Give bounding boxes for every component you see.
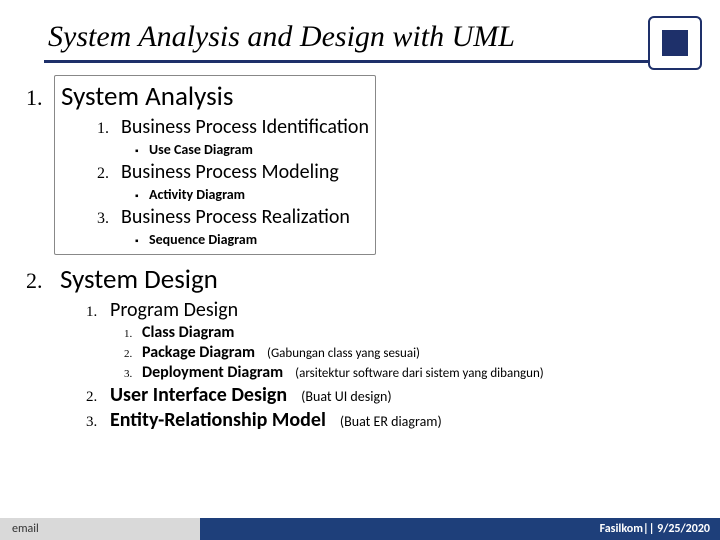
item-label: Program Design	[110, 298, 238, 322]
list-number: 3.	[124, 368, 142, 380]
list-number: 2.	[97, 165, 121, 183]
item-label: Business Process Identification	[121, 115, 369, 139]
slide-title: System Analysis and Design with UML	[44, 14, 676, 60]
section-system-design: 2. System Design	[26, 263, 708, 296]
subitem-use-case: ▪ Use Case Diagram	[135, 141, 369, 158]
section-label: System Design	[60, 263, 218, 296]
footer-email: email	[0, 518, 200, 540]
item-er-model: 3. Entity-Relationship Model (Buat ER di…	[86, 408, 708, 432]
annotation: (Buat UI design)	[301, 388, 392, 405]
boxed-group-system-analysis: System Analysis 1. Business Process Iden…	[54, 75, 376, 255]
university-logo	[648, 16, 702, 70]
bullet-icon: ▪	[135, 234, 149, 248]
item-label: Entity-Relationship Model	[110, 408, 326, 432]
subitem-label: Activity Diagram	[149, 186, 245, 203]
list-number: 3.	[86, 414, 110, 431]
list-number: 1.	[97, 120, 121, 138]
item-bp-modeling: 2. Business Process Modeling	[97, 160, 369, 184]
subitem-deployment-diagram: 3. Deployment Diagram (arsitektur softwa…	[124, 363, 708, 382]
subitem-label: Deployment Diagram	[142, 363, 283, 382]
logo-glyph-icon	[662, 30, 688, 56]
annotation: (Gabungan class yang sesuai)	[267, 346, 420, 361]
item-program-design: 1. Program Design	[86, 298, 708, 322]
subitem-sequence: ▪ Sequence Diagram	[135, 231, 369, 248]
footer-meta: Fasilkom|| 9/25/2020	[200, 518, 720, 540]
subitem-label: Class Diagram	[142, 323, 234, 342]
section-label: System Analysis	[61, 80, 369, 113]
slide: System Analysis and Design with UML 1. S…	[0, 0, 720, 540]
item-bp-identification: 1. Business Process Identification	[97, 115, 369, 139]
item-ui-design: 2. User Interface Design (Buat UI design…	[86, 383, 708, 407]
list-number: 1.	[86, 304, 110, 321]
subitem-activity: ▪ Activity Diagram	[135, 186, 369, 203]
subitem-package-diagram: 2. Package Diagram (Gabungan class yang …	[124, 343, 708, 362]
annotation: (Buat ER diagram)	[340, 413, 442, 430]
subitem-class-diagram: 1. Class Diagram	[124, 323, 708, 342]
subitem-label: Sequence Diagram	[149, 231, 257, 248]
bullet-icon: ▪	[135, 144, 149, 158]
list-number: 1.	[124, 328, 142, 340]
content: 1. System Analysis 1. Business Process I…	[0, 69, 720, 432]
title-bar: System Analysis and Design with UML	[44, 14, 676, 63]
list-number: 1.	[26, 85, 54, 111]
item-label: Business Process Realization	[121, 205, 350, 229]
footer: email Fasilkom|| 9/25/2020	[0, 518, 720, 540]
list-number: 3.	[97, 210, 121, 228]
section-system-analysis: 1. System Analysis 1. Business Process I…	[26, 75, 708, 255]
list-number: 2.	[26, 268, 54, 294]
item-label: User Interface Design	[110, 383, 287, 407]
list-number: 2.	[124, 348, 142, 360]
item-label: Business Process Modeling	[121, 160, 339, 184]
list-number: 2.	[86, 389, 110, 406]
item-bp-realization: 3. Business Process Realization	[97, 205, 369, 229]
annotation: (arsitektur software dari sistem yang di…	[295, 366, 544, 381]
header: System Analysis and Design with UML	[0, 0, 720, 63]
bullet-icon: ▪	[135, 189, 149, 203]
subitem-label: Package Diagram	[142, 343, 255, 362]
subitem-label: Use Case Diagram	[149, 141, 253, 158]
